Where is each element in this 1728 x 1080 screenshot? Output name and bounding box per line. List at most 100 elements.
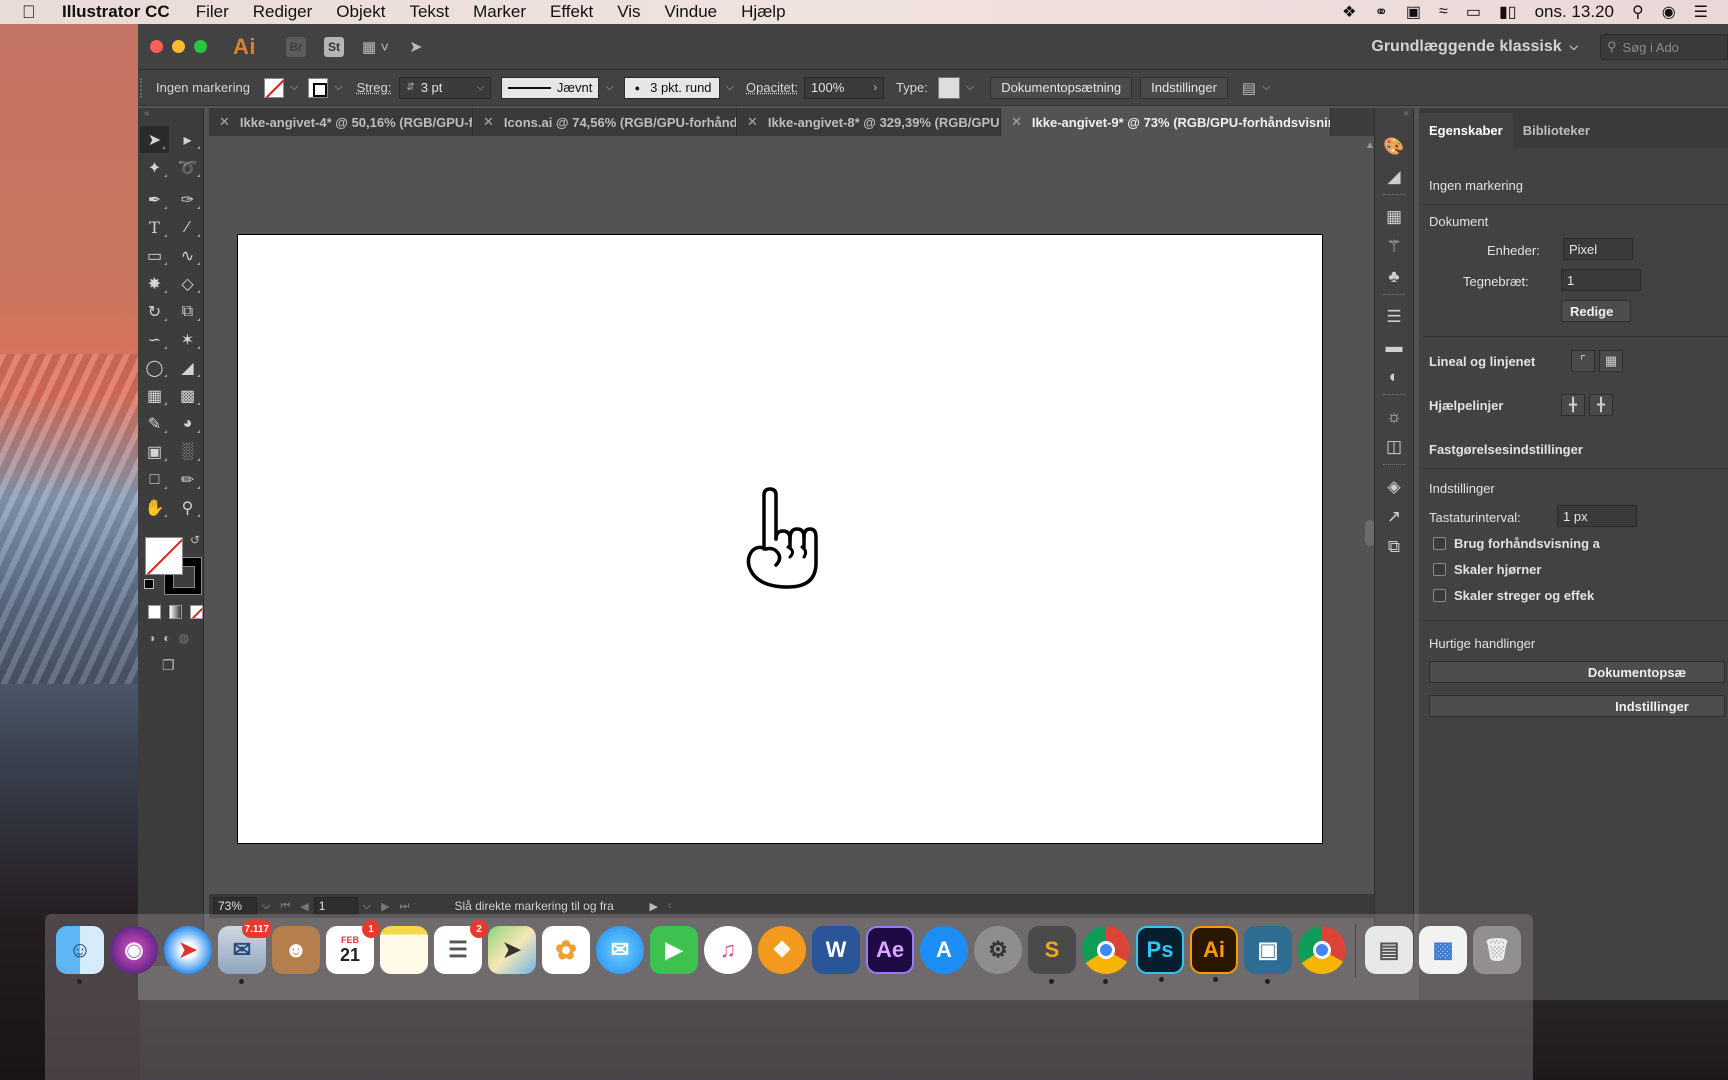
- illustrator-app-icon[interactable]: Ai: [1190, 926, 1238, 982]
- stroke-label[interactable]: Streg:: [357, 80, 392, 95]
- canvas-area[interactable]: [209, 136, 1369, 914]
- screen-mode-icon[interactable]: ❐: [138, 657, 203, 674]
- eraser-tool-icon[interactable]: ◇: [171, 270, 204, 297]
- quick-document-setup-button[interactable]: Dokumentopsæ: [1429, 661, 1725, 683]
- status-message[interactable]: Slå direkte markering til og fra: [454, 899, 644, 913]
- puppet-warp-tool-icon[interactable]: ✶: [171, 326, 204, 353]
- notes-app-icon[interactable]: [380, 926, 428, 974]
- stroke-swatch[interactable]: [308, 77, 329, 98]
- swatches-panel-icon[interactable]: ▦: [1375, 202, 1413, 232]
- brush-definition[interactable]: ● 3 pkt. rund: [623, 76, 720, 99]
- gradient-mode-icon[interactable]: [169, 605, 182, 619]
- shape-builder-tool-icon[interactable]: ◯: [138, 354, 171, 381]
- adobe-stock-search-input[interactable]: ⚲ Søg i Ado: [1600, 34, 1728, 60]
- document-tab[interactable]: ✕ Ikke-angivet-4* @ 50,16% (RGB/GPU-f...: [209, 108, 473, 136]
- ruler-icon[interactable]: ⌜: [1571, 350, 1595, 372]
- blend-tool-icon[interactable]: ◕: [171, 410, 204, 437]
- artboard-number-field[interactable]: 1: [313, 897, 358, 915]
- type-tool-icon[interactable]: T: [138, 214, 171, 241]
- fill-color-box[interactable]: [145, 537, 183, 575]
- menu-effekt[interactable]: Effekt: [550, 2, 593, 22]
- gradient-panel-icon[interactable]: ▬: [1375, 332, 1413, 362]
- default-fill-stroke-icon[interactable]: [144, 579, 154, 589]
- menu-filer[interactable]: Filer: [196, 2, 229, 22]
- reminders-app-icon[interactable]: ☰ 2: [434, 920, 488, 974]
- dropbox-icon[interactable]: ❖: [1342, 2, 1356, 22]
- close-window-button[interactable]: [150, 40, 163, 53]
- menu-rediger[interactable]: Rediger: [253, 2, 313, 22]
- app-window-icon[interactable]: ▣: [1244, 926, 1292, 984]
- scale-corners-checkbox[interactable]: Skaler hjørner: [1433, 562, 1541, 577]
- guides-icon[interactable]: ╋: [1561, 394, 1585, 416]
- document-setup-button[interactable]: Dokumentopsætning: [990, 76, 1133, 99]
- selection-tool-icon[interactable]: ➤: [140, 126, 169, 153]
- draw-behind-icon[interactable]: ◐: [163, 631, 170, 645]
- shaper-tool-icon[interactable]: ✸: [138, 270, 171, 297]
- brush-dropdown-icon[interactable]: ⌵: [726, 81, 734, 94]
- none-mode-icon[interactable]: [190, 605, 203, 619]
- perspective-grid-tool-icon[interactable]: ◢: [171, 354, 204, 381]
- wifi-icon[interactable]: ≈: [1439, 3, 1448, 21]
- arrange-icon[interactable]: ▤: [1242, 79, 1256, 97]
- battery-icon[interactable]: ▮▯: [1499, 2, 1517, 22]
- facetime-app-icon[interactable]: ▶: [650, 926, 698, 974]
- minimize-window-button[interactable]: [172, 40, 185, 53]
- finder-app-icon[interactable]: ☺: [56, 926, 104, 984]
- fill-swatch[interactable]: [263, 77, 284, 98]
- transparency-panel-icon[interactable]: ◐: [1375, 362, 1413, 392]
- stroke-dropdown-icon[interactable]: ⌵: [334, 81, 342, 94]
- scale-strokes-checkbox[interactable]: Skaler streger og effek: [1433, 588, 1594, 603]
- close-tab-icon[interactable]: ✕: [1011, 114, 1022, 130]
- quick-preferences-button[interactable]: Indstillinger: [1429, 695, 1725, 717]
- close-tab-icon[interactable]: ✕: [747, 114, 758, 130]
- color-panel-icon[interactable]: 🎨: [1375, 132, 1413, 162]
- artboard-tool-icon[interactable]: □: [138, 466, 171, 493]
- control-bar-menu-icon[interactable]: ⌵: [1262, 81, 1270, 94]
- system-preferences-app-icon[interactable]: ⚙: [974, 926, 1022, 974]
- photos-app-icon[interactable]: ✿: [542, 926, 590, 974]
- checkbox-box[interactable]: [1433, 537, 1446, 550]
- lasso-tool-icon[interactable]: ➰: [171, 154, 204, 181]
- gradient-tool-icon[interactable]: ▩: [171, 382, 204, 409]
- sublime-text-app-icon[interactable]: S: [1028, 926, 1076, 984]
- calendar-app-icon[interactable]: FEB 21 1: [326, 920, 380, 974]
- document-tab[interactable]: ✕ Ikke-angivet-8* @ 329,39% (RGB/GPU-...: [737, 108, 1001, 136]
- column-graph-tool-icon[interactable]: ░: [171, 438, 204, 465]
- stroke-panel-icon[interactable]: ☰: [1375, 302, 1413, 332]
- collapse-toolbar-icon[interactable]: «: [138, 108, 203, 126]
- scroll-left-icon[interactable]: ‹: [668, 900, 672, 912]
- chevron-down-icon[interactable]: ⌵: [477, 82, 485, 93]
- eyedropper-tool-icon[interactable]: ✎: [138, 410, 171, 437]
- rotate-tool-icon[interactable]: ↻: [138, 298, 171, 325]
- close-tab-icon[interactable]: ✕: [219, 114, 230, 130]
- menu-marker[interactable]: Marker: [473, 2, 526, 22]
- arrange-documents-icon[interactable]: ▦ ˅: [362, 38, 389, 56]
- graphic-style-dropdown-icon[interactable]: ⌵: [966, 81, 974, 94]
- hand-tool-icon[interactable]: ✋: [138, 494, 171, 521]
- appearance-panel-icon[interactable]: ☼: [1375, 402, 1413, 432]
- color-mode-icon[interactable]: [148, 605, 161, 619]
- maps-app-icon[interactable]: ➤: [488, 926, 536, 974]
- layers-panel-icon[interactable]: ◈: [1375, 472, 1413, 502]
- curvature-tool-icon[interactable]: ✑: [171, 186, 204, 213]
- draw-inside-icon[interactable]: ◍: [179, 631, 189, 645]
- graphic-style-swatch[interactable]: [937, 76, 960, 99]
- menu-app-name[interactable]: Illustrator CC: [62, 2, 170, 22]
- zoom-level-field[interactable]: 73%: [213, 897, 257, 915]
- chrome-app-icon[interactable]: [1082, 926, 1130, 984]
- messages-app-icon[interactable]: ✉: [596, 926, 644, 974]
- menu-tekst[interactable]: Tekst: [409, 2, 449, 22]
- magic-wand-tool-icon[interactable]: ✦: [138, 154, 171, 181]
- keyboard-increment-field[interactable]: 1 px: [1557, 505, 1637, 527]
- direct-selection-tool-icon[interactable]: ▸: [171, 126, 204, 153]
- mesh-tool-icon[interactable]: ▦: [138, 382, 171, 409]
- menu-vis[interactable]: Vis: [617, 2, 640, 22]
- chevron-right-icon[interactable]: ›: [873, 82, 877, 94]
- units-select[interactable]: Pixel: [1563, 238, 1633, 260]
- zoom-dropdown-icon[interactable]: ⌵: [262, 900, 270, 913]
- collapse-panels-icon[interactable]: «: [1375, 108, 1413, 132]
- symbol-sprayer-tool-icon[interactable]: ▣: [138, 438, 171, 465]
- line-segment-tool-icon[interactable]: ∕: [171, 214, 204, 241]
- apple-menu-icon[interactable]: : [22, 2, 48, 23]
- artboard-dropdown-icon[interactable]: ⌵: [363, 900, 371, 913]
